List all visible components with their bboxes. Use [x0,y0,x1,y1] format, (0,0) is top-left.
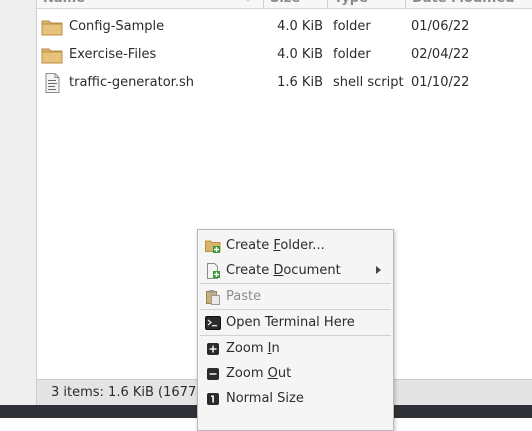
menu-item-normal-size[interactable]: Normal Size [198,386,393,410]
sort-descending-icon [244,0,252,1]
new-folder-icon [205,238,221,254]
column-name[interactable]: Name [43,0,85,8]
file-size: 4.0 KiB [277,19,323,34]
file-type: shell script [333,75,404,90]
menu-item-zoom-in[interactable]: Zoom In [198,336,393,360]
menu-item-label: Create Folder... [226,238,325,253]
context-menu: Create Folder... Create Document Paste O… [197,229,394,431]
menu-item-zoom-out[interactable]: Zoom Out [198,361,393,385]
file-type: folder [333,19,371,34]
menu-item-label: Zoom Out [226,366,292,381]
menu-item-create-document[interactable]: Create Document [198,258,393,282]
file-row[interactable]: traffic-generator.sh 1.6 KiB shell scrip… [37,69,532,97]
menu-item-label: Paste [226,289,262,304]
zoom-out-icon [205,366,221,382]
file-name: Exercise-Files [69,47,157,62]
column-type[interactable]: Type [334,0,368,8]
menu-item-label: Normal Size [226,391,304,406]
submenu-arrow-icon [376,266,381,274]
menu-item-label: Zoom In [226,341,280,356]
new-document-icon [205,263,221,279]
menu-item-create-folder[interactable]: Create Folder... [198,233,393,257]
side-pane-item[interactable]: ork [0,178,36,193]
folder-icon [41,45,63,65]
menu-item-label: Create Document [226,263,341,278]
file-type: folder [333,47,371,62]
zoom-in-icon [205,341,221,357]
menu-item-open-terminal[interactable]: Open Terminal Here [198,310,393,334]
folder-icon [41,17,63,37]
file-size: 1.6 KiB [277,75,323,90]
menu-item-label: Open Terminal Here [226,315,355,330]
file-row[interactable]: Config-Sample 4.0 KiB folder 01/06/22 [37,13,532,41]
menu-item-paste[interactable]: Paste [198,284,393,308]
file-row[interactable]: Exercise-Files 4.0 KiB folder 02/04/22 [37,41,532,69]
status-text: 3 items: 1.6 KiB (1677 [51,385,197,400]
zoom-reset-icon [205,391,221,407]
column-divider[interactable] [263,0,264,8]
file-date: 02/04/22 [411,47,470,62]
terminal-icon [205,315,221,331]
side-pane: ork [0,0,37,405]
column-size[interactable]: Size [270,0,300,8]
paste-icon [205,289,221,305]
column-header: Name Size Type Date Modified [37,0,532,9]
column-date[interactable]: Date Modified [412,0,515,8]
column-divider[interactable] [327,0,328,8]
file-name: traffic-generator.sh [69,75,194,90]
file-name: Config-Sample [69,19,165,34]
file-date: 01/06/22 [411,19,470,34]
file-date: 01/10/22 [411,75,470,90]
column-divider[interactable] [405,0,406,8]
file-size: 4.0 KiB [277,47,323,62]
script-file-icon [41,73,63,93]
